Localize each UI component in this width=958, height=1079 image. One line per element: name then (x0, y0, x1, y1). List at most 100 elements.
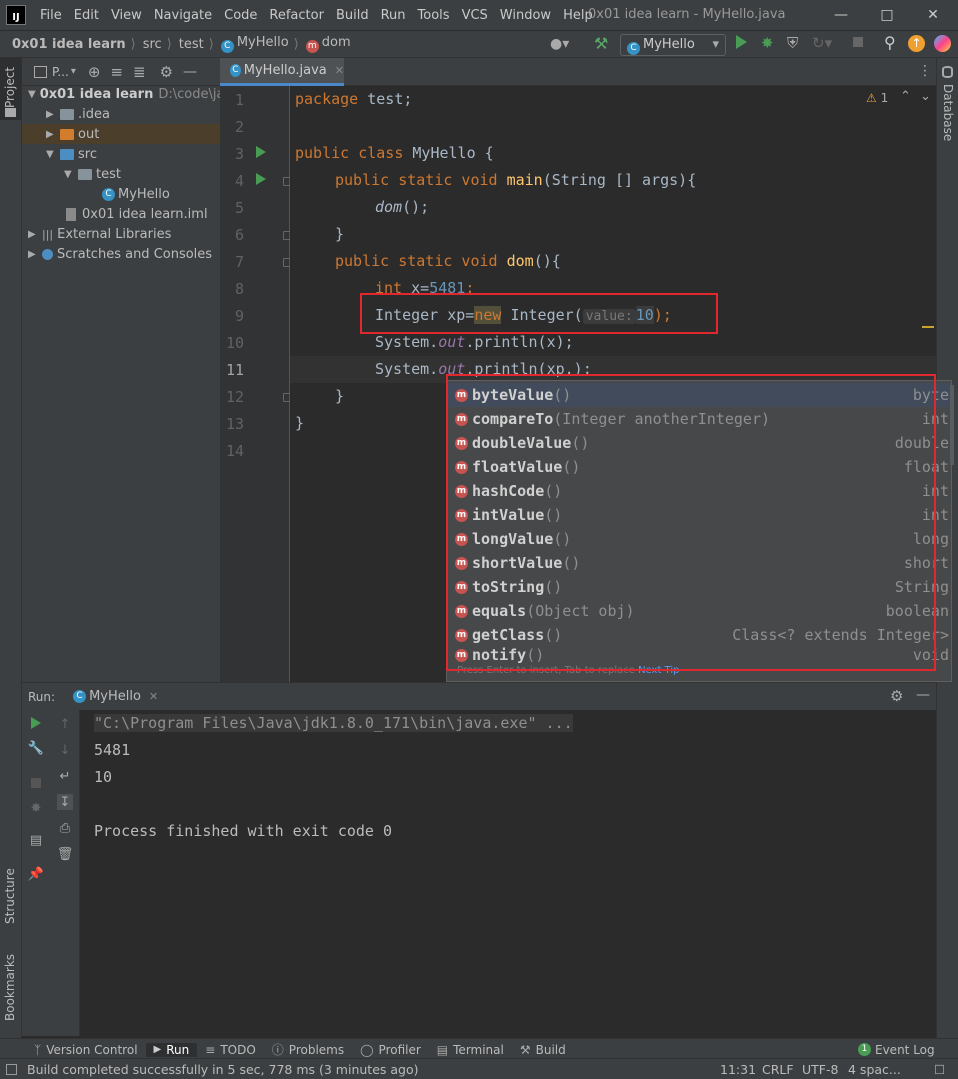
tab-myhello-java[interactable]: C MyHello.java ✕ (220, 58, 344, 86)
file-encoding[interactable]: UTF-8 (802, 1062, 838, 1077)
user-icon[interactable]: ●▾ (550, 36, 569, 52)
run-tab-myhello[interactable]: C MyHello ✕ (73, 689, 158, 704)
chevron-down-icon[interactable]: ⌄ (920, 89, 931, 104)
completion-scrollbar[interactable] (950, 385, 954, 465)
menu-edit[interactable]: Edit (68, 8, 105, 23)
plugin-icon[interactable] (934, 35, 951, 52)
minimize-icon[interactable]: — (830, 4, 852, 26)
tab-terminal[interactable]: ▤ Terminal (429, 1043, 512, 1057)
breadcrumb-test[interactable]: test (172, 37, 204, 52)
stop-icon[interactable] (31, 778, 41, 788)
run-main-icon[interactable] (256, 173, 266, 185)
menu-window[interactable]: Window (494, 8, 557, 23)
locate-icon[interactable]: ⊕ (88, 63, 101, 81)
tree-item-external-libraries[interactable]: ▶ ||| External Libraries (28, 224, 220, 244)
breadcrumb-project[interactable]: 0x01 idea learn (0, 37, 126, 52)
tree-item-scratches[interactable]: ▶ Scratches and Consoles (28, 244, 220, 264)
layout-icon[interactable]: ▤ (28, 832, 44, 848)
wrench-icon[interactable]: 🔧 (28, 740, 44, 756)
hide-panel-icon[interactable]: — (916, 687, 930, 703)
update-icon[interactable]: ↑ (908, 35, 925, 52)
lock-icon[interactable]: ☐ (934, 1062, 945, 1077)
pin-icon[interactable]: 📌 (28, 866, 44, 882)
chevron-up-icon[interactable]: ⌃ (900, 89, 911, 104)
scroll-to-end-icon[interactable]: ↧ (57, 794, 73, 810)
tree-item-myhello[interactable]: C MyHello (102, 184, 220, 204)
menu-run[interactable]: Run (375, 8, 412, 23)
tree-item-out[interactable]: ▶ out (22, 124, 220, 144)
project-tool-button[interactable]: Project (0, 58, 22, 120)
debug-icon[interactable]: ✸ (761, 34, 774, 52)
coverage-icon[interactable]: ⛨ (787, 34, 798, 52)
arrow-up-icon[interactable]: ↑ (57, 716, 73, 732)
warning-stripe-marker[interactable] (922, 326, 934, 328)
gear-icon[interactable]: ⚙ (160, 63, 173, 81)
gear-icon[interactable]: ⚙ (890, 687, 903, 705)
warnings-indicator[interactable]: ⚠ 1 (866, 91, 888, 105)
tab-todo[interactable]: ≡ TODO (197, 1043, 264, 1057)
menu-refactor[interactable]: Refactor (263, 8, 330, 23)
line-separator[interactable]: CRLF (762, 1062, 794, 1077)
run-icon[interactable] (736, 35, 747, 49)
search-icon[interactable]: ⚲ (884, 33, 896, 52)
tab-run[interactable]: ▶ Run (145, 1042, 198, 1057)
tab-build[interactable]: ⚒ Build (512, 1043, 574, 1057)
breadcrumb-src[interactable]: src (136, 37, 162, 52)
menu-tools[interactable]: Tools (412, 8, 456, 23)
trash-icon[interactable]: 🗑 (57, 846, 74, 862)
collapse-all-icon[interactable]: ≣ (133, 63, 146, 81)
profile-icon[interactable]: ↻▾ (812, 34, 832, 52)
debug-disabled-icon[interactable]: ✸ (28, 800, 44, 816)
intellij-logo-icon[interactable]: IJ (6, 5, 26, 25)
menu-file[interactable]: File (34, 8, 68, 23)
breadcrumb-dom[interactable]: m dom (299, 35, 351, 53)
menu-vcs[interactable]: VCS (456, 8, 494, 23)
print-icon[interactable]: ⎙ (57, 820, 73, 836)
tab-label: Profiler (378, 1042, 421, 1057)
tree-item-test[interactable]: ▼ test (64, 164, 220, 184)
tree-item-iml[interactable]: 0x01 idea learn.iml (66, 204, 220, 224)
build-hammer-icon[interactable]: ⚒ (594, 34, 608, 53)
chevron-right-icon: ▶ (46, 128, 54, 140)
bottom-tool-tabs: ᛉ Version Control ▶ Run ≡ TODO ⓘ Problems ◯ P… (0, 1038, 958, 1060)
project-view-selector[interactable]: P... (52, 65, 69, 79)
tool-windows-icon[interactable] (6, 1063, 17, 1075)
hide-panel-icon[interactable]: — (183, 64, 197, 80)
caret-position[interactable]: 11:31 (720, 1062, 756, 1077)
console-output[interactable]: "C:\Program Files\Java\jdk1.8.0_171\bin\… (80, 710, 936, 1036)
run-class-icon[interactable] (256, 146, 266, 158)
database-tool-label: Database (941, 84, 955, 142)
breadcrumb-myhello[interactable]: C MyHello (214, 35, 289, 53)
menu-bar: File Edit View Navigate Code Refactor Bu… (34, 8, 599, 23)
database-tool-button[interactable]: Database (937, 64, 958, 142)
event-log-icon: 1 (858, 1043, 871, 1056)
close-tab-icon[interactable]: ✕ (149, 690, 158, 703)
more-options-icon[interactable]: ⋮ (918, 63, 932, 79)
close-icon[interactable]: ✕ (922, 4, 944, 26)
bookmarks-tool-button[interactable]: Bookmarks (0, 943, 22, 1028)
tab-profiler[interactable]: ◯ Profiler (352, 1043, 429, 1057)
rerun-icon[interactable] (31, 717, 41, 729)
tree-item-idea[interactable]: ▶ .idea (46, 104, 220, 124)
structure-tool-button[interactable]: Structure (0, 858, 22, 928)
tab-event-log[interactable]: 1 Event Log (850, 1043, 943, 1057)
maximize-icon[interactable]: □ (876, 4, 898, 26)
tree-root[interactable]: ▼ 0x01 idea learn D:\code\ja (28, 84, 220, 104)
highlight-box-line-9 (360, 293, 718, 334)
tree-item-src[interactable]: ▼ src (46, 144, 220, 164)
run-configuration-dropdown[interactable]: C MyHello ▾ (620, 34, 726, 56)
menu-build[interactable]: Build (330, 8, 375, 23)
menu-code[interactable]: Code (218, 8, 263, 23)
menu-navigate[interactable]: Navigate (148, 8, 218, 23)
chevron-down-icon[interactable]: ▾ (71, 66, 76, 77)
expand-all-icon[interactable]: ≡ (110, 63, 123, 81)
menu-view[interactable]: View (105, 8, 148, 23)
soft-wrap-icon[interactable]: ↵ (57, 768, 73, 784)
arrow-down-icon[interactable]: ↓ (57, 742, 73, 758)
close-tab-icon[interactable]: ✕ (335, 64, 344, 77)
tab-problems[interactable]: ⓘ Problems (264, 1041, 352, 1058)
stop-icon[interactable] (853, 37, 863, 47)
status-message[interactable]: Build completed successfully in 5 sec, 7… (27, 1062, 419, 1077)
indent-setting[interactable]: 4 spac... (848, 1062, 901, 1077)
tab-version-control[interactable]: ᛉ Version Control (26, 1043, 146, 1057)
